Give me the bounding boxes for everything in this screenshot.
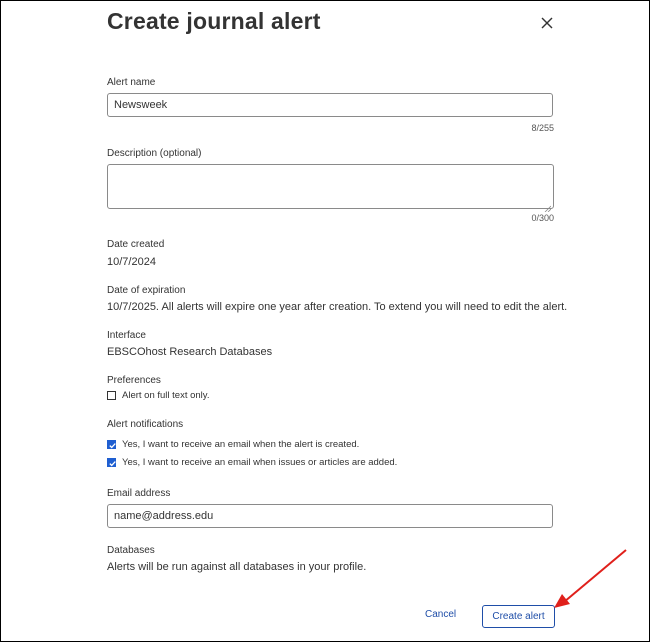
alert-name-input[interactable]: Newsweek bbox=[107, 93, 553, 117]
alert-name-label: Alert name bbox=[107, 77, 156, 88]
close-icon[interactable] bbox=[537, 13, 557, 33]
notify-on-added-option[interactable]: Yes, I want to receive an email when iss… bbox=[107, 457, 397, 468]
email-label: Email address bbox=[107, 488, 171, 499]
alert-name-counter: 8/255 bbox=[531, 123, 554, 133]
full-text-only-checkbox[interactable] bbox=[107, 391, 116, 400]
notify-on-created-option[interactable]: Yes, I want to receive an email when the… bbox=[107, 439, 359, 450]
notifications-label: Alert notifications bbox=[107, 419, 184, 430]
notify-on-created-label: Yes, I want to receive an email when the… bbox=[122, 439, 360, 450]
full-text-only-label: Alert on full text only. bbox=[122, 390, 210, 401]
databases-value: Alerts will be run against all databases… bbox=[107, 561, 367, 573]
date-expiration-label: Date of expiration bbox=[107, 285, 186, 296]
notify-on-created-checkbox[interactable] bbox=[107, 440, 116, 449]
date-expiration-value: 10/7/2025. All alerts will expire one ye… bbox=[107, 301, 568, 313]
databases-label: Databases bbox=[107, 545, 155, 556]
description-textarea[interactable] bbox=[107, 164, 554, 213]
full-text-only-option[interactable]: Alert on full text only. bbox=[107, 390, 209, 401]
notify-on-added-label: Yes, I want to receive an email when iss… bbox=[122, 457, 398, 468]
preferences-label: Preferences bbox=[107, 375, 161, 386]
email-input[interactable]: name@address.edu bbox=[107, 504, 553, 528]
date-created-value: 10/7/2024 bbox=[107, 256, 156, 268]
description-label: Description (optional) bbox=[107, 148, 202, 159]
annotation-arrow-icon bbox=[554, 549, 627, 608]
cancel-button[interactable]: Cancel bbox=[425, 609, 456, 620]
date-created-label: Date created bbox=[107, 239, 165, 250]
dialog-title: Create journal alert bbox=[107, 8, 321, 34]
description-counter: 0/300 bbox=[531, 213, 554, 223]
notify-on-added-checkbox[interactable] bbox=[107, 458, 116, 467]
create-alert-button[interactable]: Create alert bbox=[482, 605, 555, 628]
create-alert-label: Create alert bbox=[492, 611, 545, 622]
interface-value: EBSCOhost Research Databases bbox=[107, 346, 273, 358]
interface-label: Interface bbox=[107, 330, 146, 341]
resize-grip-icon[interactable] bbox=[544, 199, 552, 213]
